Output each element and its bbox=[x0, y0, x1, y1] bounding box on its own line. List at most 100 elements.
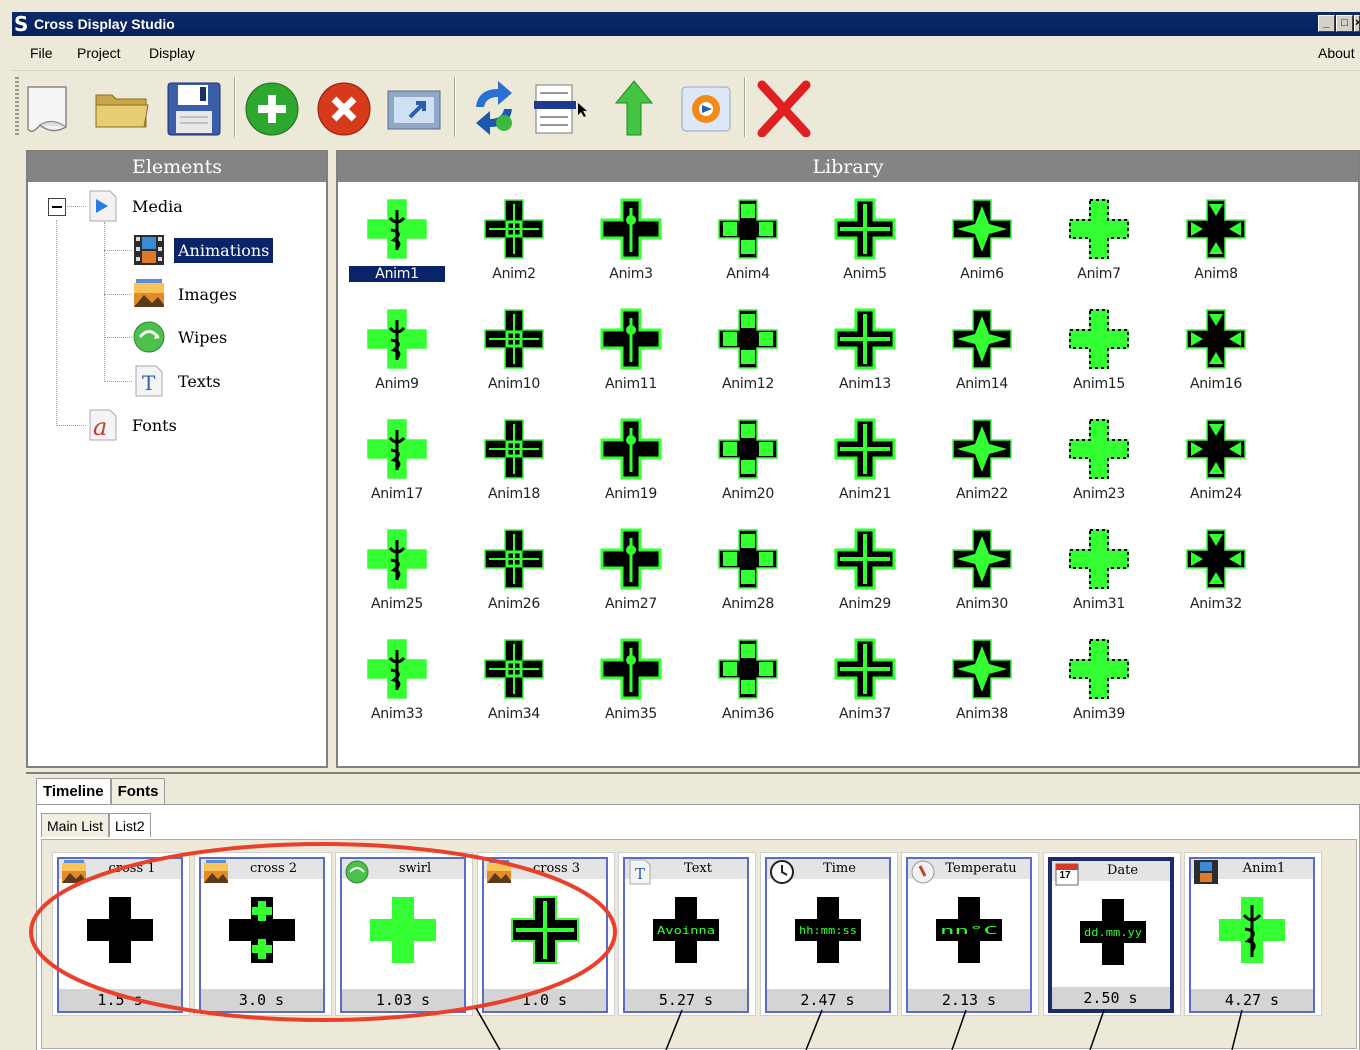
list-select-icon[interactable] bbox=[528, 77, 588, 137]
delete-icon[interactable] bbox=[754, 77, 814, 137]
timeline-item-preview: hh:mm:ss bbox=[793, 895, 863, 965]
menu-project[interactable]: Project bbox=[77, 45, 121, 61]
menu-about[interactable]: About bbox=[1318, 45, 1355, 61]
library-item[interactable]: Anim9 bbox=[342, 296, 452, 396]
tree-item-animations[interactable]: Animations bbox=[132, 233, 274, 267]
library-item[interactable]: Anim38 bbox=[927, 626, 1037, 726]
library-item[interactable]: Anim4 bbox=[693, 186, 803, 286]
library-item[interactable]: Anim29 bbox=[810, 516, 920, 616]
timeline-item[interactable]: 17 Date dd.mm.yy 2.50 s bbox=[1042, 852, 1181, 1016]
library-item[interactable]: Anim14 bbox=[927, 296, 1037, 396]
library-item[interactable]: Anim25 bbox=[342, 516, 452, 616]
tab-main-list[interactable]: Main List bbox=[41, 813, 110, 837]
library-item[interactable]: Anim2 bbox=[459, 186, 569, 286]
tree-item-fonts[interactable]: a Fonts bbox=[86, 408, 181, 442]
tree-item-media[interactable]: Media bbox=[86, 189, 187, 223]
toolbar-grip[interactable] bbox=[15, 77, 19, 137]
remove-icon[interactable] bbox=[314, 77, 374, 137]
library-item[interactable]: Anim36 bbox=[693, 626, 803, 726]
timeline-item-header: Temperatu bbox=[908, 859, 1030, 884]
new-file-icon[interactable] bbox=[22, 77, 82, 137]
library-item[interactable]: Anim6 bbox=[927, 186, 1037, 286]
library-item[interactable]: Anim21 bbox=[810, 406, 920, 506]
library-item[interactable]: Anim39 bbox=[1044, 626, 1154, 726]
library-item-label: Anim11 bbox=[605, 376, 657, 392]
toolbar bbox=[12, 70, 1360, 142]
calendar-icon: 17 bbox=[1054, 861, 1080, 887]
tree-item-texts[interactable]: T Texts bbox=[132, 364, 225, 398]
timeline-item-header: 17 Date bbox=[1051, 861, 1170, 886]
library-item[interactable]: Anim18 bbox=[459, 406, 569, 506]
library-item[interactable]: Anim23 bbox=[1044, 406, 1154, 506]
preview-icon[interactable] bbox=[676, 77, 736, 137]
timeline-item[interactable]: cross 1 1.5 s bbox=[52, 852, 190, 1016]
library-item-label: Anim5 bbox=[843, 266, 887, 282]
library-item[interactable]: Anim20 bbox=[693, 406, 803, 506]
library-item[interactable]: Anim10 bbox=[459, 296, 569, 396]
add-icon[interactable] bbox=[242, 77, 302, 137]
tab-list2[interactable]: List2 bbox=[109, 813, 151, 837]
library-item[interactable]: Anim26 bbox=[459, 516, 569, 616]
tab-fonts[interactable]: Fonts bbox=[110, 778, 166, 804]
library-item[interactable]: Anim22 bbox=[927, 406, 1037, 506]
minimize-button[interactable]: _ bbox=[1318, 15, 1335, 32]
menu-display[interactable]: Display bbox=[149, 45, 195, 61]
tree-connector bbox=[56, 425, 86, 426]
tree-label-animations: Animations bbox=[174, 237, 274, 263]
save-icon[interactable] bbox=[164, 77, 224, 137]
timeline-item[interactable]: Temperatu nn°C 2.13 s bbox=[901, 852, 1039, 1016]
window-controls: _ □ × bbox=[1318, 15, 1360, 32]
timeline-item[interactable]: Anim1 4.27 s bbox=[1184, 852, 1322, 1016]
library-item[interactable]: Anim37 bbox=[810, 626, 920, 726]
svg-text:nn°C: nn°C bbox=[940, 924, 998, 937]
library-item[interactable]: Anim31 bbox=[1044, 516, 1154, 616]
library-item[interactable]: Anim15 bbox=[1044, 296, 1154, 396]
export-icon[interactable] bbox=[384, 77, 444, 137]
text-icon: T bbox=[627, 859, 653, 885]
library-item[interactable]: Anim19 bbox=[576, 406, 686, 506]
tree-item-images[interactable]: Images bbox=[132, 277, 241, 311]
library-item[interactable]: Anim33 bbox=[342, 626, 452, 726]
tab-timeline[interactable]: Timeline bbox=[36, 778, 111, 804]
app-logo: S bbox=[14, 12, 29, 36]
library-item[interactable]: Anim11 bbox=[576, 296, 686, 396]
library-item[interactable]: Anim8 bbox=[1161, 186, 1271, 286]
library-item-label: Anim13 bbox=[839, 376, 891, 392]
library-item[interactable]: Anim3 bbox=[576, 186, 686, 286]
tree-item-wipes[interactable]: Wipes bbox=[132, 320, 231, 354]
library-item[interactable]: Anim16 bbox=[1161, 296, 1271, 396]
sync-icon[interactable] bbox=[464, 77, 524, 137]
bottom-tabs: Timeline Fonts bbox=[36, 778, 166, 804]
timeline-item[interactable]: cross 2 3.0 s bbox=[193, 852, 332, 1016]
move-up-icon[interactable] bbox=[604, 77, 664, 137]
library-item[interactable]: Anim28 bbox=[693, 516, 803, 616]
library-item[interactable]: Anim30 bbox=[927, 516, 1037, 616]
close-button[interactable]: × bbox=[1354, 15, 1360, 32]
svg-text:T: T bbox=[635, 865, 645, 883]
timeline-item[interactable]: T Text Avoinna 5.27 s bbox=[618, 852, 756, 1016]
timeline-item[interactable]: swirl 1.03 s bbox=[335, 852, 473, 1016]
timeline-item-duration: 3.0 s bbox=[200, 989, 323, 1011]
library-item[interactable]: Anim32 bbox=[1161, 516, 1271, 616]
library-item[interactable]: Anim24 bbox=[1161, 406, 1271, 506]
library-item[interactable]: Anim12 bbox=[693, 296, 803, 396]
library-item-label: Anim20 bbox=[722, 486, 774, 502]
tree-collapse-toggle[interactable] bbox=[48, 198, 66, 216]
timeline-item-frame: Time hh:mm:ss 2.47 s bbox=[764, 857, 891, 1013]
library-item[interactable]: Anim1 bbox=[342, 186, 452, 286]
menu-file[interactable]: File bbox=[30, 45, 53, 61]
timeline-item[interactable]: Time hh:mm:ss 2.47 s bbox=[759, 852, 898, 1016]
library-item[interactable]: Anim13 bbox=[810, 296, 920, 396]
library-item[interactable]: Anim34 bbox=[459, 626, 569, 726]
library-item[interactable]: Anim35 bbox=[576, 626, 686, 726]
maximize-button[interactable]: □ bbox=[1336, 15, 1353, 32]
library-item[interactable]: Anim7 bbox=[1044, 186, 1154, 286]
library-item-label: Anim25 bbox=[371, 596, 423, 612]
library-item[interactable]: Anim5 bbox=[810, 186, 920, 286]
timeline-item-name: Text bbox=[684, 861, 712, 876]
library-item[interactable]: Anim27 bbox=[576, 516, 686, 616]
timeline-item[interactable]: cross 3 1.0 s bbox=[476, 852, 615, 1016]
library-item-label: Anim37 bbox=[839, 706, 891, 722]
open-folder-icon[interactable] bbox=[92, 77, 152, 137]
library-item[interactable]: Anim17 bbox=[342, 406, 452, 506]
